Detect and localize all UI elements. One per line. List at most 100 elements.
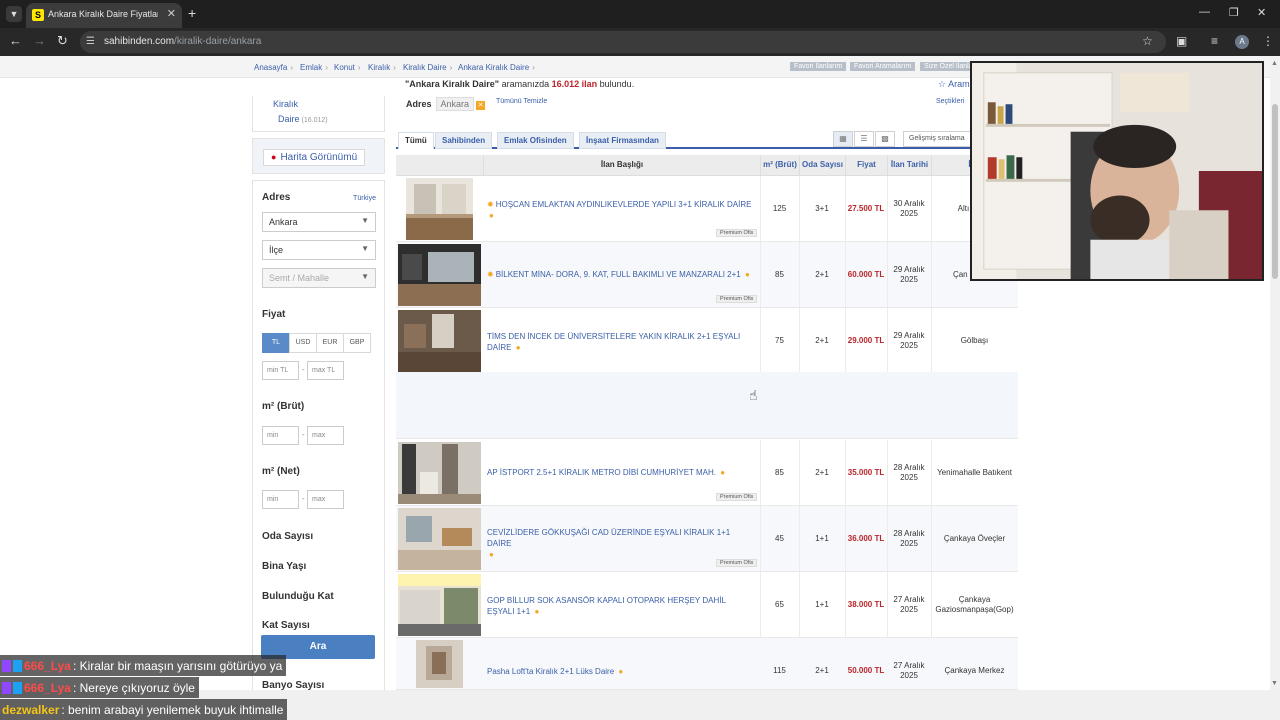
listing-district: Gölbaşı [960,336,989,345]
currency-usd[interactable]: USD [289,333,317,353]
listing-photo[interactable] [398,244,481,306]
max-net-m2-input[interactable]: max [307,490,344,509]
price-filter-title: Fiyat [262,309,286,320]
premium-office-badge: Premium Ofis [716,229,758,237]
min-price-input[interactable]: min TL [262,361,299,380]
max-gross-m2-input[interactable]: max [307,426,344,445]
min-gross-m2-input[interactable]: min [262,426,299,445]
category-parent-link[interactable]: Kiralık [273,99,298,109]
listing-photo[interactable] [398,442,481,504]
tab-construction[interactable]: İnşaat Firmasından [579,132,666,149]
table-row[interactable]: ✹ BİLKENT MİNA- DORA, 9. KAT, FULL BAKIML… [396,242,1018,308]
tab-agency[interactable]: Emlak Ofisinden [497,132,574,149]
remove-filter-icon[interactable]: ✕ [476,101,486,110]
listing-title[interactable]: GOP BİLLUR SOK ASANSÖR KAPALI OTOPARK HE… [487,596,753,618]
table-row[interactable]: GOP BİLLUR SOK ASANSÖR KAPALI OTOPARK HE… [396,572,1018,638]
table-row[interactable]: AP İSTPORT 2.5+1 KİRALIK METRO DİBİ CUMH… [396,440,1018,506]
browser-tab[interactable]: S Ankara Kiralık Daire Fiyatları ve ✕ [26,3,182,28]
breadcrumb-item[interactable]: Emlak › [300,63,328,72]
reload-icon[interactable]: ↻ [57,34,68,48]
save-search-link[interactable]: ☆ Aram [938,79,970,90]
favorite-searches-link[interactable]: Favori Aramalarım [850,62,916,71]
tab-search-icon[interactable]: ▼ [6,6,22,22]
listing-photo[interactable] [406,178,473,240]
grid-view-icon[interactable]: ▩ [875,131,895,147]
address-bar[interactable]: ☰ sahibinden.com/kiralik-daire/ankara ☆ [80,31,1166,53]
floor-filter[interactable]: Bulunduğu Kat [262,591,334,602]
currency-tl[interactable]: TL [262,333,290,353]
browser-menu-icon[interactable]: ⋮ [1262,34,1274,48]
col-date[interactable]: İlan Tarihi [887,155,931,176]
listing-title[interactable]: TİMS DEN İNCEK DE ÜNİVERSİTELERE YAKIN K… [487,332,753,354]
table-row[interactable]: ✹ HOŞCAN EMLAKTAN AYDINLIKEVLERDE YAPILI … [396,176,1018,242]
minimize-icon[interactable]: — [1199,6,1210,18]
site-info-icon[interactable]: ☰ [86,36,95,47]
bathroom-count-filter[interactable]: Banyo Sayısı [262,680,324,690]
list-view-icon[interactable]: ▦ [833,131,853,147]
map-view-button[interactable]: ● Harita Görünümü [263,149,366,166]
clear-all-filters-link[interactable]: Tümünü Temizle [496,98,547,105]
scroll-down-icon[interactable]: ▼ [1271,680,1278,687]
currency-eur[interactable]: EUR [316,333,344,353]
address-filter-tag: Ankara [435,97,475,111]
scroll-up-icon[interactable]: ▲ [1271,60,1278,67]
room-count-filter[interactable]: Oda Sayısı [262,531,313,542]
tab-close-icon[interactable]: ✕ [167,7,176,20]
city-select[interactable]: Ankara ▼ [262,212,376,232]
listing-price: 38.000 TL [847,600,885,609]
breadcrumb-item[interactable]: Kiralık Daire › [403,63,452,72]
listing-photo[interactable] [398,574,481,636]
new-tab-icon[interactable]: + [188,6,196,20]
scrollbar-thumb[interactable] [1272,104,1278,279]
listing-date: 27 Aralık 2025 [893,661,925,680]
personal-listings-link[interactable]: Size Özel İlanla [920,62,977,71]
forward-icon[interactable]: → [33,34,46,48]
table-row[interactable]: CEVİZLİDERE GÖKKUŞAĞI CAD ÜZERİNDE EŞYAL… [396,506,1018,572]
district-select[interactable]: İlçe ▼ [262,240,376,260]
back-icon[interactable]: ← [9,34,22,48]
table-row[interactable]: Pasha Loft'ta Kiralık 2+1 Lüks Daire ● 1… [396,638,1018,690]
neighborhood-select[interactable]: Semt / Mahalle ▼ [262,268,376,288]
breadcrumb-item[interactable]: Ankara Kiralık Daire › [458,63,535,72]
col-price[interactable]: Fiyat [845,155,887,176]
listing-photo[interactable] [398,508,481,570]
listing-title[interactable]: Pasha Loft'ta Kiralık 2+1 Lüks Daire ● [487,667,753,678]
col-m2[interactable]: m² (Brüt) [760,155,799,176]
listing-title[interactable]: ✹ HOŞCAN EMLAKTAN AYDINLIKEVLERDE YAPILI … [487,200,753,222]
listing-photo[interactable] [398,310,481,372]
listing-title[interactable]: CEVİZLİDERE GÖKKUŞAĞI CAD ÜZERİNDE EŞYAL… [487,528,753,560]
table-row[interactable]: TİMS DEN İNCEK DE ÜNİVERSİTELERE YAKIN K… [396,308,1018,374]
restore-icon[interactable]: ❐ [1229,6,1239,19]
media-control-icon[interactable]: ≡ [1211,34,1218,48]
min-net-m2-input[interactable]: min [262,490,299,509]
col-rooms[interactable]: Oda Sayısı [799,155,845,176]
building-age-filter[interactable]: Bina Yaşı [262,561,306,572]
favorite-listings-link[interactable]: Favori İlanlarım [790,62,847,71]
profile-avatar[interactable]: A [1235,35,1249,49]
window-close-icon[interactable]: ✕ [1257,6,1266,19]
listing-m2: 65 [775,600,784,609]
tab-owner[interactable]: Sahibinden [435,132,493,149]
listing-m2: 75 [775,336,784,345]
listing-m2: 125 [772,204,787,213]
listing-title[interactable]: AP İSTPORT 2.5+1 KİRALIK METRO DİBİ CUMH… [487,468,753,479]
listing-photo[interactable] [416,640,463,688]
floor-count-filter[interactable]: Kat Sayısı [262,620,310,631]
chat-username: 666_Lya [24,680,71,695]
selected-filters-link[interactable]: Seçtikleri [936,98,964,105]
tab-all[interactable]: Tümü [398,132,434,149]
result-summary: "Ankara Kiralık Daire" aramanızda 16.012… [405,79,635,89]
extensions-icon[interactable]: ▣ [1176,34,1187,48]
currency-gbp[interactable]: GBP [343,333,371,353]
listing-title[interactable]: ✹ BİLKENT MİNA- DORA, 9. KAT, FULL BAKIML… [487,270,753,281]
breadcrumb-item[interactable]: Kiralık › [368,63,396,72]
breadcrumb-item[interactable]: Anasayfa › [254,63,293,72]
max-price-input[interactable]: max TL [307,361,344,380]
category-box: Kiralık Daire (16.012) [252,96,385,132]
compact-view-icon[interactable]: ☰ [854,131,874,147]
listing-date: 29 Aralık 2025 [893,265,925,284]
category-child-link[interactable]: Daire (16.012) [278,114,328,124]
bookmark-star-icon[interactable]: ☆ [1142,34,1153,48]
address-scope-link[interactable]: Türkiye [353,195,376,202]
breadcrumb-item[interactable]: Konut › [334,63,361,72]
